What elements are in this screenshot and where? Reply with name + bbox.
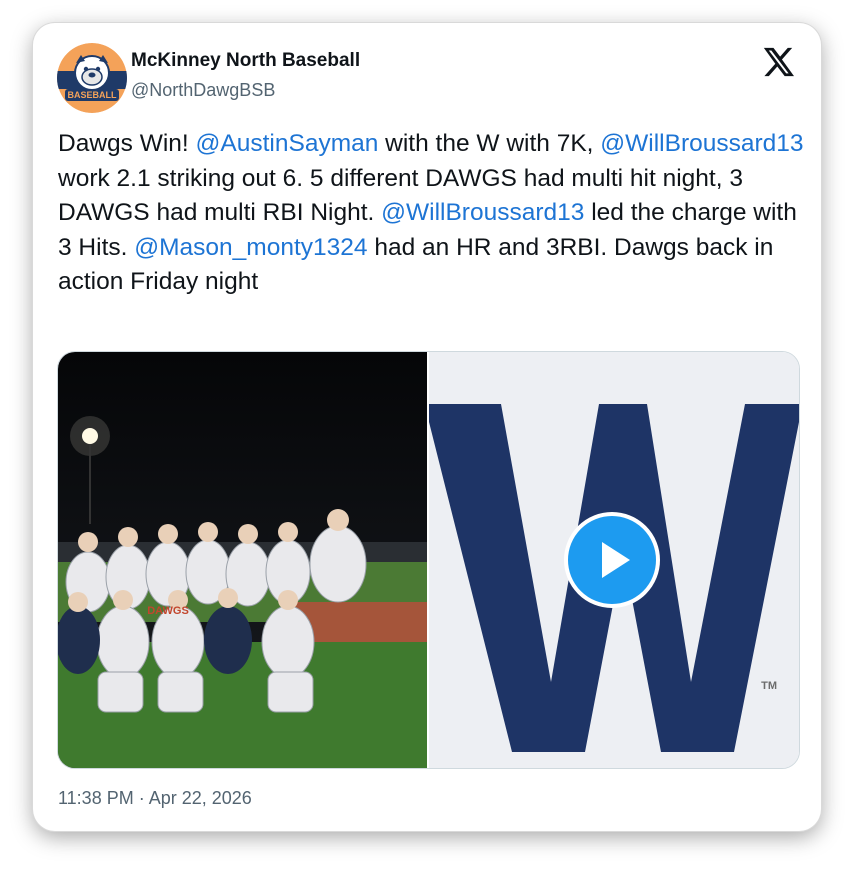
avatar-label: BASEBALL xyxy=(68,90,118,100)
tweet-timestamp[interactable]: 11:38 PM · Apr 22, 2026 xyxy=(58,788,252,809)
mention-link[interactable]: @Mason_monty1324 xyxy=(134,234,367,261)
video-thumbnail[interactable]: TM xyxy=(429,352,799,768)
media-grid: DAWGS TM xyxy=(57,351,800,769)
x-logo-icon[interactable] xyxy=(761,45,795,79)
mention-link[interactable]: @WillBroussard13 xyxy=(600,130,803,157)
trademark-mark: TM xyxy=(761,680,777,692)
play-icon xyxy=(602,542,630,578)
text-segment: Dawgs Win! xyxy=(58,130,196,157)
tweet-text: Dawgs Win! @AustinSayman with the W with… xyxy=(58,127,808,300)
mention-link[interactable]: @AustinSayman xyxy=(196,130,379,157)
jersey-text: DAWGS xyxy=(147,605,189,617)
bulldog-logo-icon: BASEBALL xyxy=(57,43,127,113)
account-name[interactable]: McKinney North Baseball xyxy=(131,50,360,72)
play-button[interactable] xyxy=(564,512,660,608)
text-segment: with the W with 7K, xyxy=(378,130,601,157)
tweet-card: BASEBALL McKinney North Baseball @NorthD… xyxy=(33,23,821,831)
account-handle[interactable]: @NorthDawgBSB xyxy=(131,80,275,101)
team-photo[interactable]: DAWGS xyxy=(58,352,427,768)
mention-link[interactable]: @WillBroussard13 xyxy=(381,199,584,226)
profile-avatar[interactable]: BASEBALL xyxy=(57,43,127,113)
